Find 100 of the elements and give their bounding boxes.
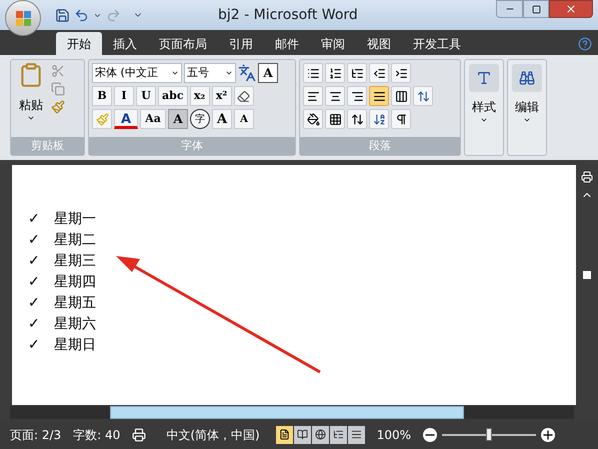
sort-icon[interactable] [369, 109, 389, 129]
view-icon [278, 429, 290, 440]
editing-label: 编辑 [515, 99, 539, 116]
check-bullet: ✓ [28, 294, 41, 313]
view-icon [314, 429, 326, 440]
format-painter-icon[interactable] [51, 100, 65, 114]
align-icon[interactable] [391, 86, 411, 106]
line-spacing-icon[interactable] [413, 86, 433, 106]
clear-format-icon[interactable] [234, 86, 254, 106]
group-label: 剪贴板 [31, 138, 64, 154]
align-icon[interactable] [303, 86, 323, 106]
language-status[interactable]: 中文(简体，中国) [166, 426, 260, 444]
ribbon-tab[interactable]: 引用 [218, 32, 264, 55]
styles-group[interactable]: 样式 [464, 59, 504, 156]
caret-icon [27, 114, 35, 122]
borders-icon[interactable] [325, 109, 345, 129]
font-style-button[interactable]: B [92, 86, 112, 106]
view-button[interactable] [276, 426, 293, 444]
align-icon[interactable] [369, 86, 389, 106]
numbering-icon[interactable] [325, 63, 345, 83]
list-item-text: 星期二 [54, 231, 96, 250]
list-item-text: 星期五 [54, 294, 96, 313]
check-bullet: ✓ [28, 231, 41, 250]
check-bullet: ✓ [28, 315, 41, 334]
view-button[interactable] [348, 426, 365, 444]
shrink-font-button[interactable]: A [234, 109, 254, 129]
caret-icon [480, 116, 488, 124]
window-title: bj2 - Microsoft Word [218, 6, 358, 24]
styles-icon [476, 70, 492, 86]
zoom-thumb[interactable] [486, 428, 492, 440]
paste-button[interactable]: 粘贴 [11, 60, 51, 137]
phonetic-guide-icon[interactable] [238, 64, 256, 82]
undo-icon[interactable] [74, 8, 89, 22]
find-icon [519, 70, 535, 86]
maximize-button[interactable] [523, 0, 549, 18]
bullets-icon[interactable] [303, 63, 323, 83]
zoom-out-icon[interactable] [423, 428, 437, 442]
change-case-button[interactable]: Aa [140, 109, 166, 129]
view-icon [296, 429, 308, 440]
list-item-text: 星期四 [54, 273, 96, 292]
font-size-dropdown[interactable]: 五号 [184, 63, 236, 83]
view-icon [332, 429, 344, 440]
office-button[interactable] [5, 0, 41, 36]
view-icon [350, 429, 362, 440]
caret-icon [171, 69, 179, 77]
ribbon-tab[interactable]: 视图 [356, 32, 402, 55]
align-icon[interactable] [325, 86, 345, 106]
editing-group[interactable]: 编辑 [507, 59, 547, 156]
pilcrow-icon[interactable] [391, 109, 411, 129]
zoom-slider[interactable] [439, 428, 539, 442]
ribbon-tab[interactable]: 邮件 [264, 32, 310, 55]
check-bullet: ✓ [28, 252, 41, 271]
maximize-icon [532, 4, 540, 14]
view-button[interactable] [330, 426, 347, 444]
group-label: 字体 [181, 138, 203, 154]
grow-font-button[interactable]: A [212, 109, 232, 129]
scroll-thumb[interactable] [583, 271, 591, 279]
close-button[interactable] [549, 0, 593, 18]
font-name-dropdown[interactable]: 宋体 (中文正 [92, 63, 182, 83]
view-button[interactable] [294, 426, 311, 444]
ribbon-tab[interactable]: 审阅 [310, 32, 356, 55]
horizontal-scrollbar[interactable] [10, 406, 574, 419]
styles-label: 样式 [472, 99, 496, 116]
list-item-text: 星期一 [54, 210, 96, 229]
font-color-button[interactable]: A [114, 109, 138, 129]
font-style-button[interactable]: I [114, 86, 134, 106]
list-item-text: 星期六 [54, 315, 96, 334]
proofing-icon[interactable] [132, 428, 146, 442]
printer-icon[interactable] [581, 171, 593, 183]
char-shading-button[interactable]: A [168, 109, 188, 129]
save-icon[interactable] [55, 8, 70, 22]
ribbon-tab[interactable]: 开始 [56, 32, 102, 55]
view-button[interactable] [312, 426, 329, 444]
page-count[interactable]: 页面: 2/3 [10, 426, 62, 444]
help-icon[interactable] [578, 37, 592, 51]
zoom-in-icon[interactable] [541, 428, 555, 442]
check-bullet: ✓ [28, 336, 41, 355]
indent-icon[interactable] [391, 63, 411, 83]
close-icon [565, 3, 577, 15]
align-icon[interactable] [347, 86, 367, 106]
font-style-button[interactable]: x² [212, 86, 232, 106]
font-style-button[interactable]: x₂ [190, 86, 210, 106]
font-style-button[interactable]: U [136, 86, 156, 106]
ribbon-tab[interactable]: 插入 [102, 32, 148, 55]
outdent-icon[interactable] [369, 63, 389, 83]
multilevel-list-icon[interactable] [347, 63, 367, 83]
check-bullet: ✓ [28, 273, 41, 292]
zoom-level[interactable]: 100% [376, 426, 411, 444]
word-count[interactable]: 字数: 40 [73, 426, 120, 444]
char-border-button[interactable]: A [258, 63, 278, 83]
group-label: 段落 [369, 138, 391, 154]
ribbon-tab[interactable]: 页面布局 [148, 32, 218, 55]
list-item-text: 星期日 [54, 336, 96, 355]
caret-icon [225, 69, 233, 77]
check-bullet: ✓ [28, 210, 41, 229]
caret-icon [523, 116, 531, 124]
enclose-button[interactable]: 字 [190, 109, 210, 129]
shading-icon[interactable] [303, 109, 323, 129]
ribbon-tab[interactable]: 开发工具 [402, 32, 472, 55]
font-style-button[interactable]: abc [158, 86, 188, 106]
